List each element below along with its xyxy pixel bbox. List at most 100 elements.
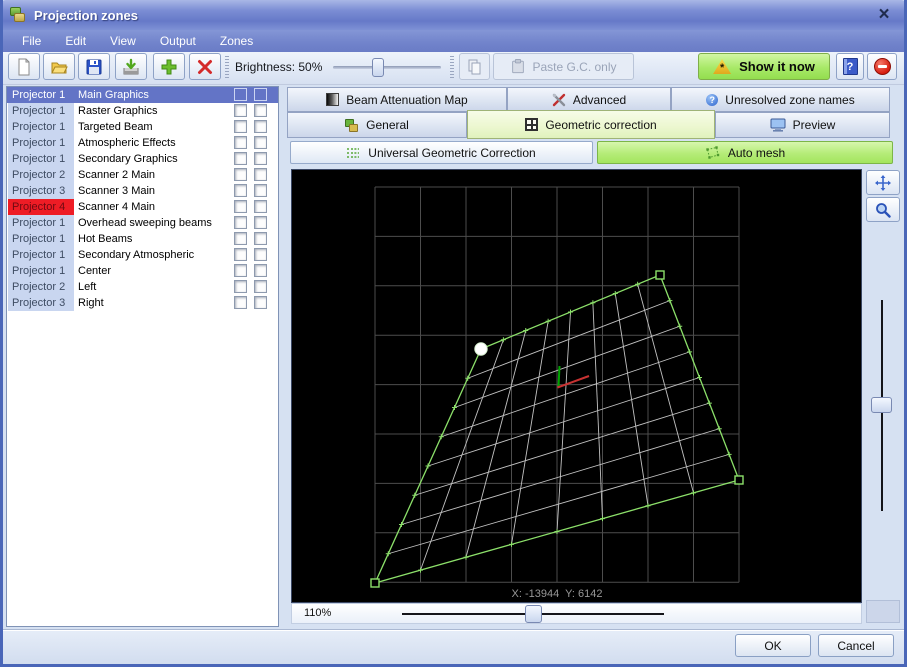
projector-cell[interactable]: Projector 1 <box>8 103 74 119</box>
menu-output[interactable]: Output <box>149 32 207 50</box>
zone-name-cell[interactable]: Overhead sweeping beams <box>76 215 232 231</box>
tab-advanced[interactable]: Advanced <box>507 87 671 112</box>
tab-preview[interactable]: Preview <box>715 112 890 138</box>
zone-name-cell[interactable]: Hot Beams <box>76 231 232 247</box>
projector-cell[interactable]: Projector 1 <box>8 151 74 167</box>
add-zone-button[interactable] <box>153 53 185 80</box>
zone-list[interactable]: Projector 1Main GraphicsProjector 1Raste… <box>6 86 279 627</box>
open-button[interactable] <box>43 53 75 80</box>
zone-checkbox-1[interactable] <box>234 168 247 181</box>
zone-checkbox-1[interactable] <box>234 264 247 277</box>
zone-name-cell[interactable]: Right <box>76 295 232 311</box>
zone-name-cell[interactable]: Center <box>76 263 232 279</box>
zone-row[interactable]: Projector 1Targeted Beam <box>7 119 278 135</box>
zone-checkbox-2[interactable] <box>254 280 267 293</box>
paste-gc-button[interactable]: Paste G.C. only <box>493 53 634 80</box>
zone-checkbox-1[interactable] <box>234 104 247 117</box>
zone-name-cell[interactable]: Left <box>76 279 232 295</box>
pan-button[interactable] <box>866 170 900 195</box>
zone-name-cell[interactable]: Scanner 3 Main <box>76 183 232 199</box>
zone-checkbox-2[interactable] <box>254 216 267 229</box>
titlebar[interactable]: Projection zones × <box>0 0 907 30</box>
zoom-button[interactable] <box>866 197 900 222</box>
zone-name-cell[interactable]: Main Graphics <box>76 87 232 103</box>
zone-checkbox-2[interactable] <box>254 168 267 181</box>
menu-zones[interactable]: Zones <box>209 32 264 50</box>
ok-button[interactable]: OK <box>735 634 811 657</box>
zone-checkbox-2[interactable] <box>254 120 267 133</box>
projector-cell[interactable]: Projector 2 <box>8 279 74 295</box>
zone-name-cell[interactable]: Secondary Atmospheric <box>76 247 232 263</box>
zone-checkbox-2[interactable] <box>254 184 267 197</box>
projector-cell[interactable]: Projector 1 <box>8 247 74 263</box>
zone-name-cell[interactable]: Scanner 4 Main <box>76 199 232 215</box>
new-button[interactable] <box>8 53 40 80</box>
projector-cell[interactable]: Projector 3 <box>8 183 74 199</box>
zone-row[interactable]: Projector 1Raster Graphics <box>7 103 278 119</box>
zone-checkbox-1[interactable] <box>234 136 247 149</box>
zone-row[interactable]: Projector 2Scanner 2 Main <box>7 167 278 183</box>
zone-row[interactable]: Projector 1Secondary Atmospheric <box>7 247 278 263</box>
menu-file[interactable]: File <box>11 32 52 50</box>
show-it-now-button[interactable]: * Show it now <box>698 53 830 80</box>
zone-checkbox-2[interactable] <box>254 136 267 149</box>
zone-name-cell[interactable]: Raster Graphics <box>76 103 232 119</box>
projector-cell[interactable]: Projector 1 <box>8 215 74 231</box>
projector-cell[interactable]: Projector 1 <box>8 87 74 103</box>
help-button[interactable]: ? <box>836 53 864 80</box>
tab-beam-attenuation-map[interactable]: Beam Attenuation Map <box>287 87 507 112</box>
zone-checkbox-2[interactable] <box>254 200 267 213</box>
tab-general[interactable]: General <box>287 112 467 138</box>
import-button[interactable] <box>115 53 147 80</box>
zone-checkbox-1[interactable] <box>234 216 247 229</box>
zone-name-cell[interactable]: Atmospheric Effects <box>76 135 232 151</box>
zone-name-cell[interactable]: Targeted Beam <box>76 119 232 135</box>
zone-checkbox-1[interactable] <box>234 248 247 261</box>
auto-mesh-button[interactable]: Auto mesh <box>597 141 893 164</box>
zone-row[interactable]: Projector 1Hot Beams <box>7 231 278 247</box>
menu-edit[interactable]: Edit <box>54 32 97 50</box>
tab-unresolved-zone-names[interactable]: ? Unresolved zone names <box>671 87 890 112</box>
zone-checkbox-2[interactable] <box>254 104 267 117</box>
vertical-zoom-slider-thumb[interactable] <box>871 397 892 413</box>
zone-checkbox-2[interactable] <box>254 296 267 309</box>
zone-row[interactable]: Projector 3Right <box>7 295 278 311</box>
zone-checkbox-1[interactable] <box>234 152 247 165</box>
mesh-corner-handle[interactable] <box>735 476 743 484</box>
zone-checkbox-1[interactable] <box>234 88 247 101</box>
zone-row[interactable]: Projector 1Center <box>7 263 278 279</box>
zone-checkbox-2[interactable] <box>254 264 267 277</box>
zone-row[interactable]: Projector 1Main Graphics <box>7 87 278 103</box>
zone-checkbox-1[interactable] <box>234 120 247 133</box>
projector-cell[interactable]: Projector 2 <box>8 167 74 183</box>
zone-row[interactable]: Projector 2Left <box>7 279 278 295</box>
zone-checkbox-1[interactable] <box>234 184 247 197</box>
delete-zone-button[interactable] <box>189 53 221 80</box>
projector-cell[interactable]: Projector 1 <box>8 231 74 247</box>
zone-row[interactable]: Projector 1Atmospheric Effects <box>7 135 278 151</box>
close-icon[interactable]: × <box>871 2 897 28</box>
zone-checkbox-2[interactable] <box>254 152 267 165</box>
horizontal-zoom-slider-thumb[interactable] <box>525 605 542 623</box>
zone-row[interactable]: Projector 4Scanner 4 Main <box>7 199 278 215</box>
selected-mesh-node[interactable] <box>475 343 487 355</box>
mesh-preview-canvas[interactable]: X: -13944 Y: 6142 <box>291 169 862 603</box>
copy-button[interactable] <box>459 53 490 80</box>
brightness-slider-track[interactable] <box>333 66 441 69</box>
projector-cell[interactable]: Projector 1 <box>8 119 74 135</box>
geometric-correction-mesh[interactable] <box>292 170 861 602</box>
zone-checkbox-1[interactable] <box>234 200 247 213</box>
projector-cell[interactable]: Projector 1 <box>8 135 74 151</box>
zone-checkbox-1[interactable] <box>234 232 247 245</box>
zone-row[interactable]: Projector 1Overhead sweeping beams <box>7 215 278 231</box>
zone-row[interactable]: Projector 3Scanner 3 Main <box>7 183 278 199</box>
save-button[interactable] <box>78 53 110 80</box>
mesh-corner-handle[interactable] <box>656 271 664 279</box>
zone-checkbox-1[interactable] <box>234 296 247 309</box>
tab-geometric-correction[interactable]: Geometric correction <box>467 110 715 139</box>
menu-view[interactable]: View <box>99 32 147 50</box>
cancel-button[interactable]: Cancel <box>818 634 894 657</box>
mesh-corner-handle[interactable] <box>371 579 379 587</box>
zone-checkbox-2[interactable] <box>254 232 267 245</box>
projector-cell[interactable]: Projector 4 <box>8 199 74 215</box>
